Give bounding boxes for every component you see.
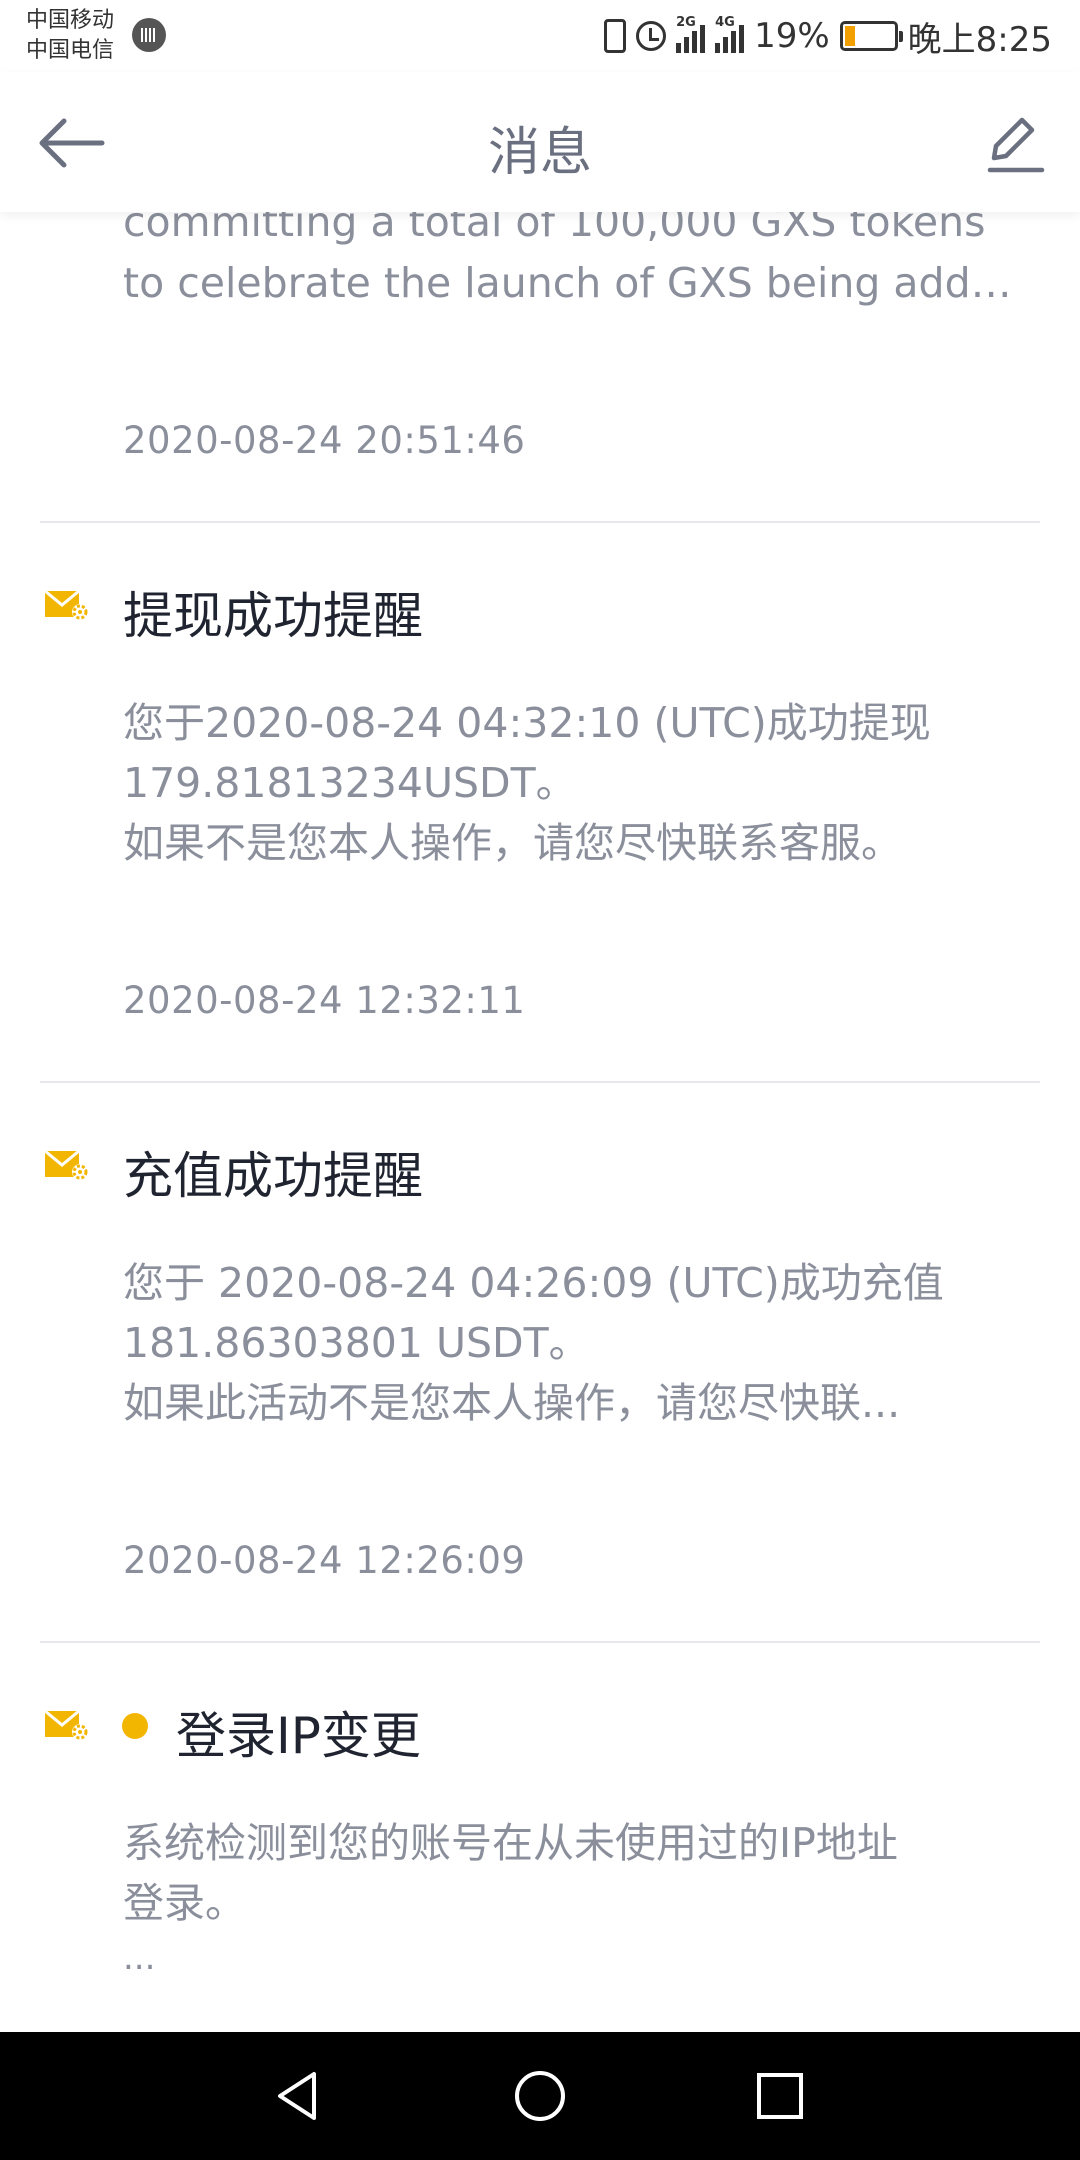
mail-gear-icon <box>44 1709 88 1740</box>
battery-icon <box>839 21 903 51</box>
body-line: 系统检测到您的账号在从未使用过的IP地址 <box>123 1819 898 1867</box>
body-line: 登录。 <box>123 1879 246 1927</box>
network-type-2: 4G <box>715 15 735 30</box>
signal-icon: 2G <box>676 15 706 53</box>
carrier-2: 中国电信 <box>26 38 115 63</box>
status-bar: 中国移动 中国电信 2G 4G 19% 晚上8:25 <box>0 0 1080 72</box>
status-icons: 2G 4G 19% 晚上8:25 <box>604 14 1052 60</box>
message-timestamp: 2020-08-24 12:26:09 <box>123 1539 526 1582</box>
carrier-1: 中国移动 <box>26 8 115 33</box>
navigation-bar <box>0 2032 1080 2160</box>
divider <box>40 521 1040 523</box>
message-title: 提现成功提醒 <box>123 587 423 645</box>
app-header: 消息 <box>0 72 1080 212</box>
body-line: ... <box>123 1938 156 1978</box>
message-timestamp: 2020-08-24 20:51:46 <box>123 419 526 462</box>
body-line: 181.86303801 USDT。 <box>123 1319 590 1367</box>
message-timestamp: 2020-08-24 12:32:11 <box>123 979 526 1022</box>
mail-gear-icon <box>44 589 88 620</box>
divider <box>40 1641 1040 1643</box>
alarm-icon <box>636 21 667 51</box>
body-line: 如果此活动不是您本人操作，请您尽快联... <box>123 1379 901 1427</box>
divider <box>40 1081 1040 1083</box>
nav-home-button[interactable] <box>480 2032 600 2160</box>
recents-square-icon <box>757 2073 803 2119</box>
body-line: committing a total of 100,000 GXS tokens <box>123 212 986 246</box>
nav-recents-button[interactable] <box>720 2032 840 2160</box>
message-body: committing a total of 100,000 GXS tokens… <box>123 212 1043 314</box>
edit-button[interactable] <box>972 108 1052 178</box>
body-line: 如果不是您本人操作，请您尽快联系客服。 <box>123 819 902 867</box>
network-type-1: 2G <box>676 15 696 30</box>
body-line: 179.81813234USDT。 <box>123 759 577 807</box>
body-line: 您于 2020-08-24 04:26:09 (UTC)成功充值 <box>123 1259 944 1307</box>
body-line: to celebrate the launch of GXS being add… <box>123 259 1033 307</box>
message-title: 登录IP变更 <box>176 1707 421 1765</box>
message-body: 系统检测到您的账号在从未使用过的IP地址 登录。 ... <box>123 1813 1023 1983</box>
message-body: 您于 2020-08-24 04:26:09 (UTC)成功充值 181.863… <box>123 1253 1023 1433</box>
sound-wave-icon <box>132 18 166 52</box>
carrier-info: 中国移动 中国电信 <box>26 6 114 66</box>
message-body: 您于2020-08-24 04:32:10 (UTC)成功提现 179.8181… <box>123 693 1023 873</box>
page-title: 消息 <box>487 123 592 183</box>
nav-back-button[interactable] <box>240 2032 360 2160</box>
unread-dot <box>122 1713 148 1739</box>
body-line: 您于2020-08-24 04:32:10 (UTC)成功提现 <box>123 699 931 747</box>
signal-icon: 4G <box>715 15 745 53</box>
back-triangle-icon <box>278 2072 316 2120</box>
battery-percent: 19% <box>754 16 830 56</box>
message-title: 充值成功提醒 <box>123 1147 423 1205</box>
vibrate-icon <box>604 19 627 53</box>
message-list[interactable]: committing a total of 100,000 GXS tokens… <box>0 212 1080 2032</box>
clock: 晚上8:25 <box>907 19 1052 60</box>
home-circle-icon <box>515 2071 565 2121</box>
mail-gear-icon <box>44 1149 88 1180</box>
pencil-icon <box>987 117 1045 173</box>
